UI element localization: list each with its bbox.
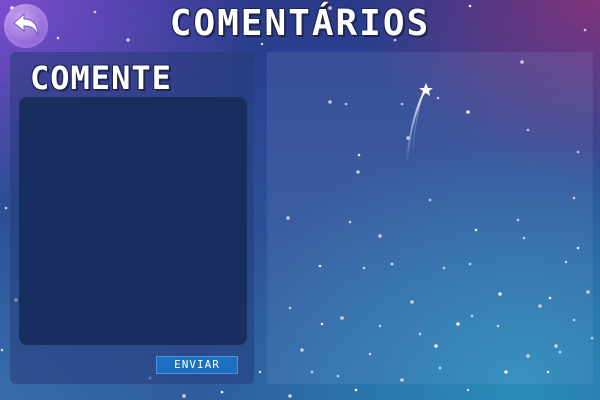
star <box>258 370 262 374</box>
shooting-star-icon <box>406 83 433 165</box>
star <box>4 206 8 210</box>
star <box>288 394 292 398</box>
star <box>0 348 4 352</box>
send-button[interactable]: ENVIAR <box>156 356 238 374</box>
comment-textarea[interactable] <box>19 97 247 345</box>
star <box>354 388 358 392</box>
star <box>182 394 186 398</box>
comment-form-heading: COMENTE <box>30 59 172 97</box>
comments-list-panel <box>267 52 593 384</box>
page-title: COMENTÁRIOS <box>169 3 431 44</box>
star <box>466 388 470 392</box>
comment-form-panel: COMENTE ENVIAR <box>10 52 254 384</box>
star <box>220 390 224 394</box>
